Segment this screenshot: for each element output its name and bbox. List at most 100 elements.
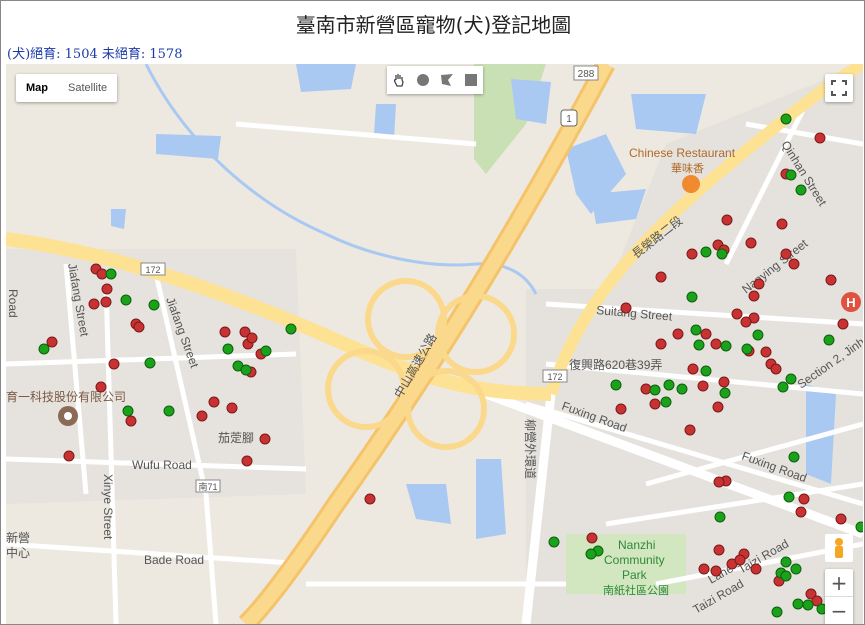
- sterilized-marker[interactable]: [285, 323, 297, 335]
- sterilized-marker[interactable]: [240, 364, 252, 376]
- not-sterilized-marker[interactable]: [760, 346, 772, 358]
- not-sterilized-marker[interactable]: [745, 237, 757, 249]
- not-sterilized-marker[interactable]: [770, 363, 782, 375]
- not-sterilized-marker[interactable]: [241, 455, 253, 467]
- not-sterilized-marker[interactable]: [697, 380, 709, 392]
- not-sterilized-marker[interactable]: [750, 563, 762, 575]
- sterilized-marker[interactable]: [660, 396, 672, 408]
- sterilized-marker[interactable]: [783, 491, 795, 503]
- sterilized-marker[interactable]: [823, 334, 835, 346]
- not-sterilized-marker[interactable]: [655, 338, 667, 350]
- not-sterilized-marker[interactable]: [731, 308, 743, 320]
- sterilized-marker[interactable]: [780, 113, 792, 125]
- sterilized-marker[interactable]: [792, 598, 804, 610]
- not-sterilized-marker[interactable]: [713, 544, 725, 556]
- not-sterilized-marker[interactable]: [649, 398, 661, 410]
- not-sterilized-marker[interactable]: [721, 214, 733, 226]
- polygon-icon[interactable]: [435, 66, 459, 94]
- sterilized-marker[interactable]: [144, 357, 156, 369]
- not-sterilized-marker[interactable]: [88, 298, 100, 310]
- zoom-out-button[interactable]: −: [825, 596, 853, 624]
- sterilized-marker[interactable]: [686, 291, 698, 303]
- not-sterilized-marker[interactable]: [795, 506, 807, 518]
- sterilized-marker[interactable]: [690, 324, 702, 336]
- sterilized-marker[interactable]: [788, 451, 800, 463]
- sterilized-marker[interactable]: [719, 387, 731, 399]
- not-sterilized-marker[interactable]: [814, 132, 826, 144]
- not-sterilized-marker[interactable]: [710, 565, 722, 577]
- not-sterilized-marker[interactable]: [710, 338, 722, 350]
- sterilized-marker[interactable]: [855, 521, 863, 533]
- not-sterilized-marker[interactable]: [133, 321, 145, 333]
- not-sterilized-marker[interactable]: [101, 283, 113, 295]
- not-sterilized-marker[interactable]: [196, 410, 208, 422]
- sterilized-marker[interactable]: [771, 606, 783, 618]
- not-sterilized-marker[interactable]: [798, 493, 810, 505]
- sterilized-marker[interactable]: [663, 379, 675, 391]
- sterilized-marker[interactable]: [38, 343, 50, 355]
- sterilized-marker[interactable]: [720, 340, 732, 352]
- not-sterilized-marker[interactable]: [226, 402, 238, 414]
- not-sterilized-marker[interactable]: [615, 403, 627, 415]
- hand-icon[interactable]: [387, 66, 411, 94]
- sterilized-marker[interactable]: [548, 536, 560, 548]
- sterilized-marker[interactable]: [785, 373, 797, 385]
- sterilized-marker[interactable]: [649, 384, 661, 396]
- not-sterilized-marker[interactable]: [125, 415, 137, 427]
- not-sterilized-marker[interactable]: [208, 396, 220, 408]
- not-sterilized-marker[interactable]: [835, 513, 847, 525]
- not-sterilized-marker[interactable]: [620, 302, 632, 314]
- not-sterilized-marker[interactable]: [825, 274, 837, 286]
- not-sterilized-marker[interactable]: [748, 290, 760, 302]
- sterilized-marker[interactable]: [790, 563, 802, 575]
- sterilized-marker[interactable]: [610, 379, 622, 391]
- map-canvas[interactable]: H 288 1 172 172 南71 Chinese Restaurant 華…: [6, 64, 863, 624]
- sterilized-marker[interactable]: [700, 246, 712, 258]
- not-sterilized-marker[interactable]: [364, 493, 376, 505]
- not-sterilized-marker[interactable]: [684, 424, 696, 436]
- sterilized-marker[interactable]: [163, 405, 175, 417]
- sterilized-marker[interactable]: [777, 381, 789, 393]
- not-sterilized-marker[interactable]: [63, 450, 75, 462]
- not-sterilized-marker[interactable]: [712, 401, 724, 413]
- sterilized-marker[interactable]: [585, 548, 597, 560]
- not-sterilized-marker[interactable]: [655, 271, 667, 283]
- map-type-satellite-button[interactable]: Satellite: [58, 74, 117, 102]
- not-sterilized-marker[interactable]: [753, 278, 765, 290]
- rectangle-icon[interactable]: [459, 66, 483, 94]
- sterilized-marker[interactable]: [741, 343, 753, 355]
- sterilized-marker[interactable]: [780, 556, 792, 568]
- not-sterilized-marker[interactable]: [259, 433, 271, 445]
- sterilized-marker[interactable]: [700, 365, 712, 377]
- sterilized-marker[interactable]: [148, 299, 160, 311]
- not-sterilized-marker[interactable]: [108, 358, 120, 370]
- fullscreen-button[interactable]: [825, 74, 853, 102]
- not-sterilized-marker[interactable]: [640, 383, 652, 395]
- sterilized-marker[interactable]: [752, 329, 764, 341]
- sterilized-marker[interactable]: [120, 294, 132, 306]
- sterilized-marker[interactable]: [222, 343, 234, 355]
- not-sterilized-marker[interactable]: [788, 258, 800, 270]
- sterilized-marker[interactable]: [780, 570, 792, 582]
- sterilized-marker[interactable]: [714, 511, 726, 523]
- not-sterilized-marker[interactable]: [95, 381, 107, 393]
- sterilized-marker[interactable]: [693, 339, 705, 351]
- not-sterilized-marker[interactable]: [686, 248, 698, 260]
- not-sterilized-marker[interactable]: [718, 376, 730, 388]
- sterilized-marker[interactable]: [260, 345, 272, 357]
- sterilized-marker[interactable]: [785, 169, 797, 181]
- sterilized-marker[interactable]: [802, 599, 814, 611]
- circle-icon[interactable]: [411, 66, 435, 94]
- zoom-in-button[interactable]: +: [825, 569, 853, 596]
- map-type-map-button[interactable]: Map: [16, 74, 58, 102]
- not-sterilized-marker[interactable]: [837, 318, 849, 330]
- sterilized-marker[interactable]: [676, 383, 688, 395]
- not-sterilized-marker[interactable]: [698, 563, 710, 575]
- sterilized-marker[interactable]: [122, 405, 134, 417]
- not-sterilized-marker[interactable]: [740, 316, 752, 328]
- not-sterilized-marker[interactable]: [734, 554, 746, 566]
- not-sterilized-marker[interactable]: [100, 296, 112, 308]
- not-sterilized-marker[interactable]: [776, 218, 788, 230]
- not-sterilized-marker[interactable]: [780, 248, 792, 260]
- sterilized-marker[interactable]: [795, 184, 807, 196]
